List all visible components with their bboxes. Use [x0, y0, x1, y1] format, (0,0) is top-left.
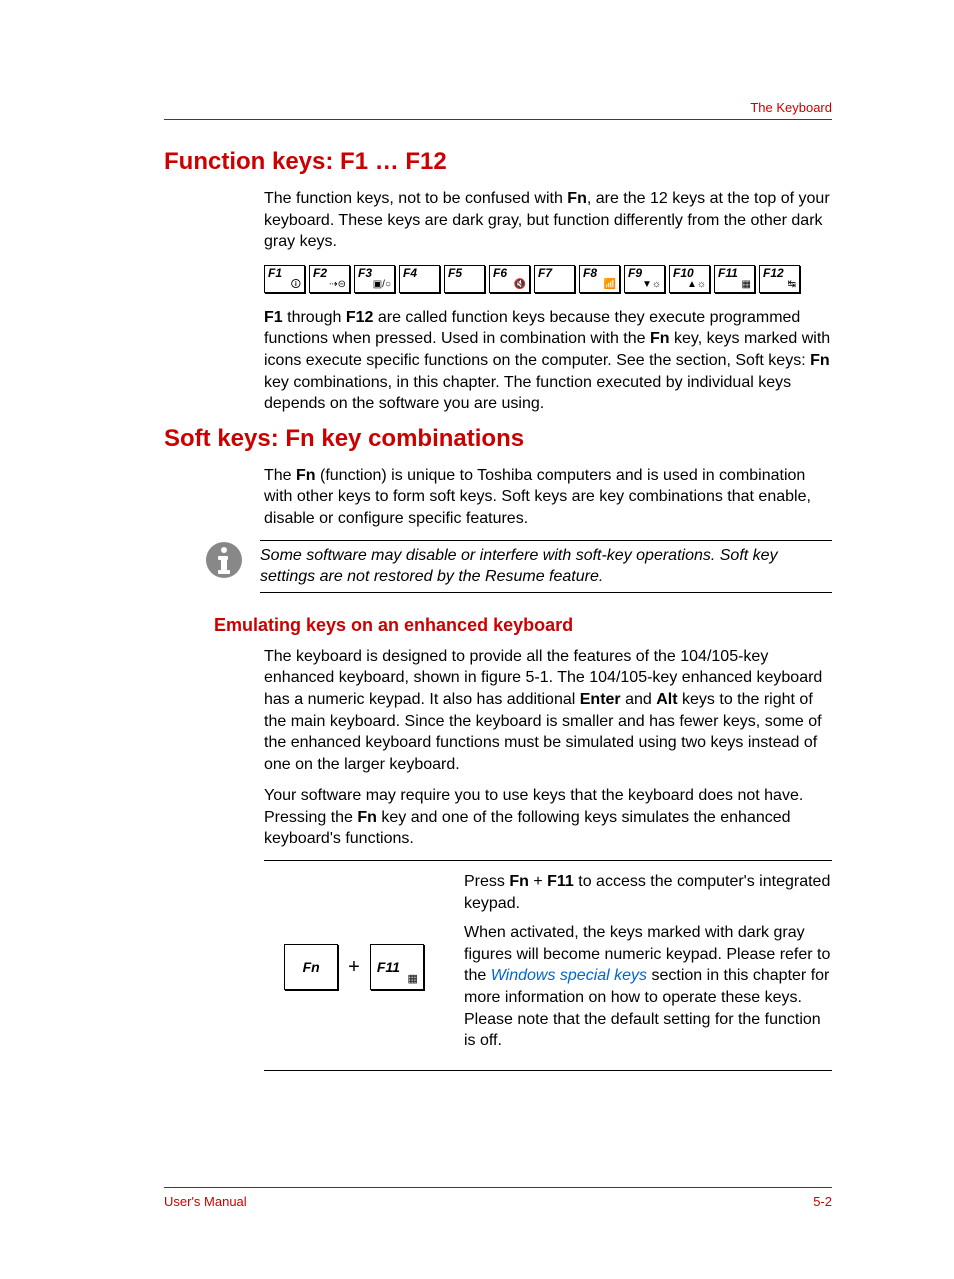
fn-bold: Fn: [650, 330, 670, 347]
fn-bold: Fn: [296, 467, 316, 484]
f8-key-icon: F8📶: [579, 265, 620, 293]
fn-key-icon: Fn: [284, 944, 338, 990]
f12-key-icon: F12↹: [759, 265, 800, 293]
fn-bold: Fn: [357, 809, 377, 826]
emulating-para2: Your software may require you to use key…: [264, 785, 832, 850]
f9-key-icon: F9▼☼: [624, 265, 665, 293]
subsection-title-emulating: Emulating keys on an enhanced keyboard: [214, 615, 832, 636]
alt-bold: Alt: [656, 691, 677, 708]
page-header-label: The Keyboard: [164, 100, 832, 115]
footer-page-number: 5-2: [813, 1194, 832, 1209]
f7-key-icon: F7: [534, 265, 575, 293]
page-footer: User's Manual 5-2: [164, 1187, 832, 1209]
fn-bold: Fn: [567, 190, 587, 207]
info-note: Some software may disable or interfere w…: [204, 540, 832, 593]
section-title-soft-keys: Soft keys: Fn key combinations: [164, 425, 832, 453]
fn-bold: Fn: [810, 352, 830, 369]
f1-key-icon: F1🛈: [264, 265, 305, 293]
f11-key-icon: F11 ▦: [370, 944, 424, 990]
f4-key-icon: F4: [399, 265, 440, 293]
key-combo-figure: Fn + F11 ▦: [264, 871, 444, 1060]
info-note-text: Some software may disable or interfere w…: [260, 540, 832, 593]
f3-key-icon: F3▣/○: [354, 265, 395, 293]
footer-rule: [164, 1187, 832, 1188]
footer-left: User's Manual: [164, 1194, 247, 1209]
combo-description: Press Fn + F11 to access the computer's …: [464, 871, 832, 1060]
header-rule: [164, 119, 832, 120]
fkeys-para2: F1 through F12 are called function keys …: [264, 307, 832, 415]
windows-special-keys-link[interactable]: Windows special keys: [491, 967, 647, 984]
f6-key-icon: F6🔇: [489, 265, 530, 293]
f11-bold: F11: [547, 873, 574, 890]
fn-combo-table: Fn + F11 ▦ Press Fn + F11 to access the …: [264, 860, 832, 1071]
plus-icon: +: [348, 956, 360, 979]
table-row: Fn + F11 ▦ Press Fn + F11 to access the …: [264, 861, 832, 1070]
f12-bold: F12: [346, 309, 374, 326]
fkeys-intro: The function keys, not to be confused wi…: [264, 188, 832, 253]
f10-key-icon: F10▲☼: [669, 265, 710, 293]
enter-bold: Enter: [580, 691, 621, 708]
f1-bold: F1: [264, 309, 283, 326]
text: The function keys, not to be confused wi…: [264, 190, 567, 207]
f11-key-icon: F11▦: [714, 265, 755, 293]
info-icon: [204, 540, 244, 580]
f2-key-icon: F2⇢⊝: [309, 265, 350, 293]
emulating-para1: The keyboard is designed to provide all …: [264, 646, 832, 776]
section-title-function-keys: Function keys: F1 … F12: [164, 148, 832, 176]
softkeys-para1: The Fn (function) is unique to Toshiba c…: [264, 465, 832, 530]
f5-key-icon: F5: [444, 265, 485, 293]
fn-bold: Fn: [509, 873, 529, 890]
function-key-row-figure: F1🛈 F2⇢⊝ F3▣/○ F4 F5 F6🔇 F7 F8📶 F9▼☼ F10…: [264, 265, 832, 293]
